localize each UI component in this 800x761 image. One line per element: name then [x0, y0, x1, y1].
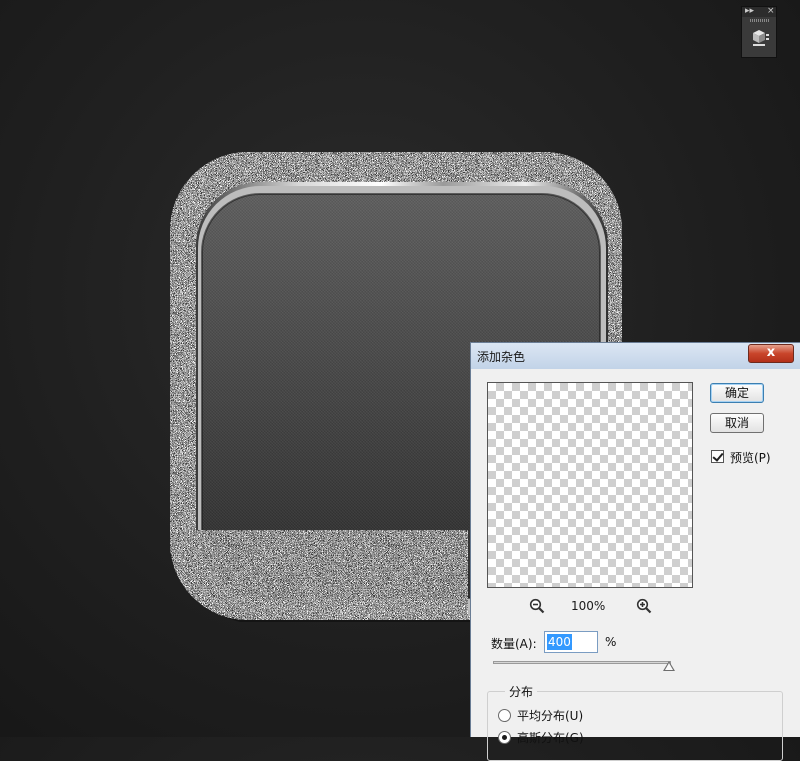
panel-close-button[interactable]: × — [767, 6, 775, 16]
amount-label: 数量(A): — [491, 637, 537, 651]
zoom-out-icon[interactable] — [529, 598, 545, 614]
panel-collapse-button[interactable]: ▸▸ — [745, 6, 754, 16]
filter-preview[interactable] — [487, 382, 693, 588]
distribution-group — [487, 691, 783, 761]
distribution-legend: 分布 — [505, 683, 538, 700]
gaussian-label: 高斯分布(G) — [517, 731, 584, 745]
close-icon: x — [766, 345, 776, 360]
dialog-title: 添加杂色 — [477, 350, 526, 364]
zoom-in-icon[interactable] — [636, 598, 652, 614]
3d-tool-icon[interactable] — [751, 29, 769, 47]
preview-checkbox[interactable] — [711, 450, 724, 463]
amount-slider-thumb[interactable] — [663, 661, 675, 671]
uniform-label: 平均分布(U) — [517, 709, 584, 723]
dialog-body: 100% 确定 取消 预览(P) 数量(A): 400 % 分布 平均分布(U)… — [471, 369, 800, 761]
collapsed-panel: ▸▸ × — [741, 6, 777, 58]
preview-label: 预览(P) — [730, 451, 771, 465]
ok-button[interactable]: 确定 — [710, 383, 764, 403]
panel-header: ▸▸ × — [742, 6, 776, 17]
add-noise-dialog: 添加杂色 x 100% 确定 取消 预览(P) 数量(A): 400 400 %… — [470, 342, 800, 761]
amount-slider-track[interactable] — [493, 661, 671, 664]
uniform-radio[interactable] — [498, 709, 511, 722]
amount-selected-text: 400 — [547, 634, 572, 650]
zoom-level: 100% — [571, 599, 606, 613]
panel-grip[interactable] — [750, 19, 770, 22]
dialog-close-button[interactable]: x — [748, 344, 794, 363]
amount-unit: % — [605, 635, 617, 649]
gaussian-radio[interactable] — [498, 731, 511, 744]
dialog-titlebar[interactable]: 添加杂色 x — [471, 343, 800, 369]
cancel-button[interactable]: 取消 — [710, 413, 764, 433]
